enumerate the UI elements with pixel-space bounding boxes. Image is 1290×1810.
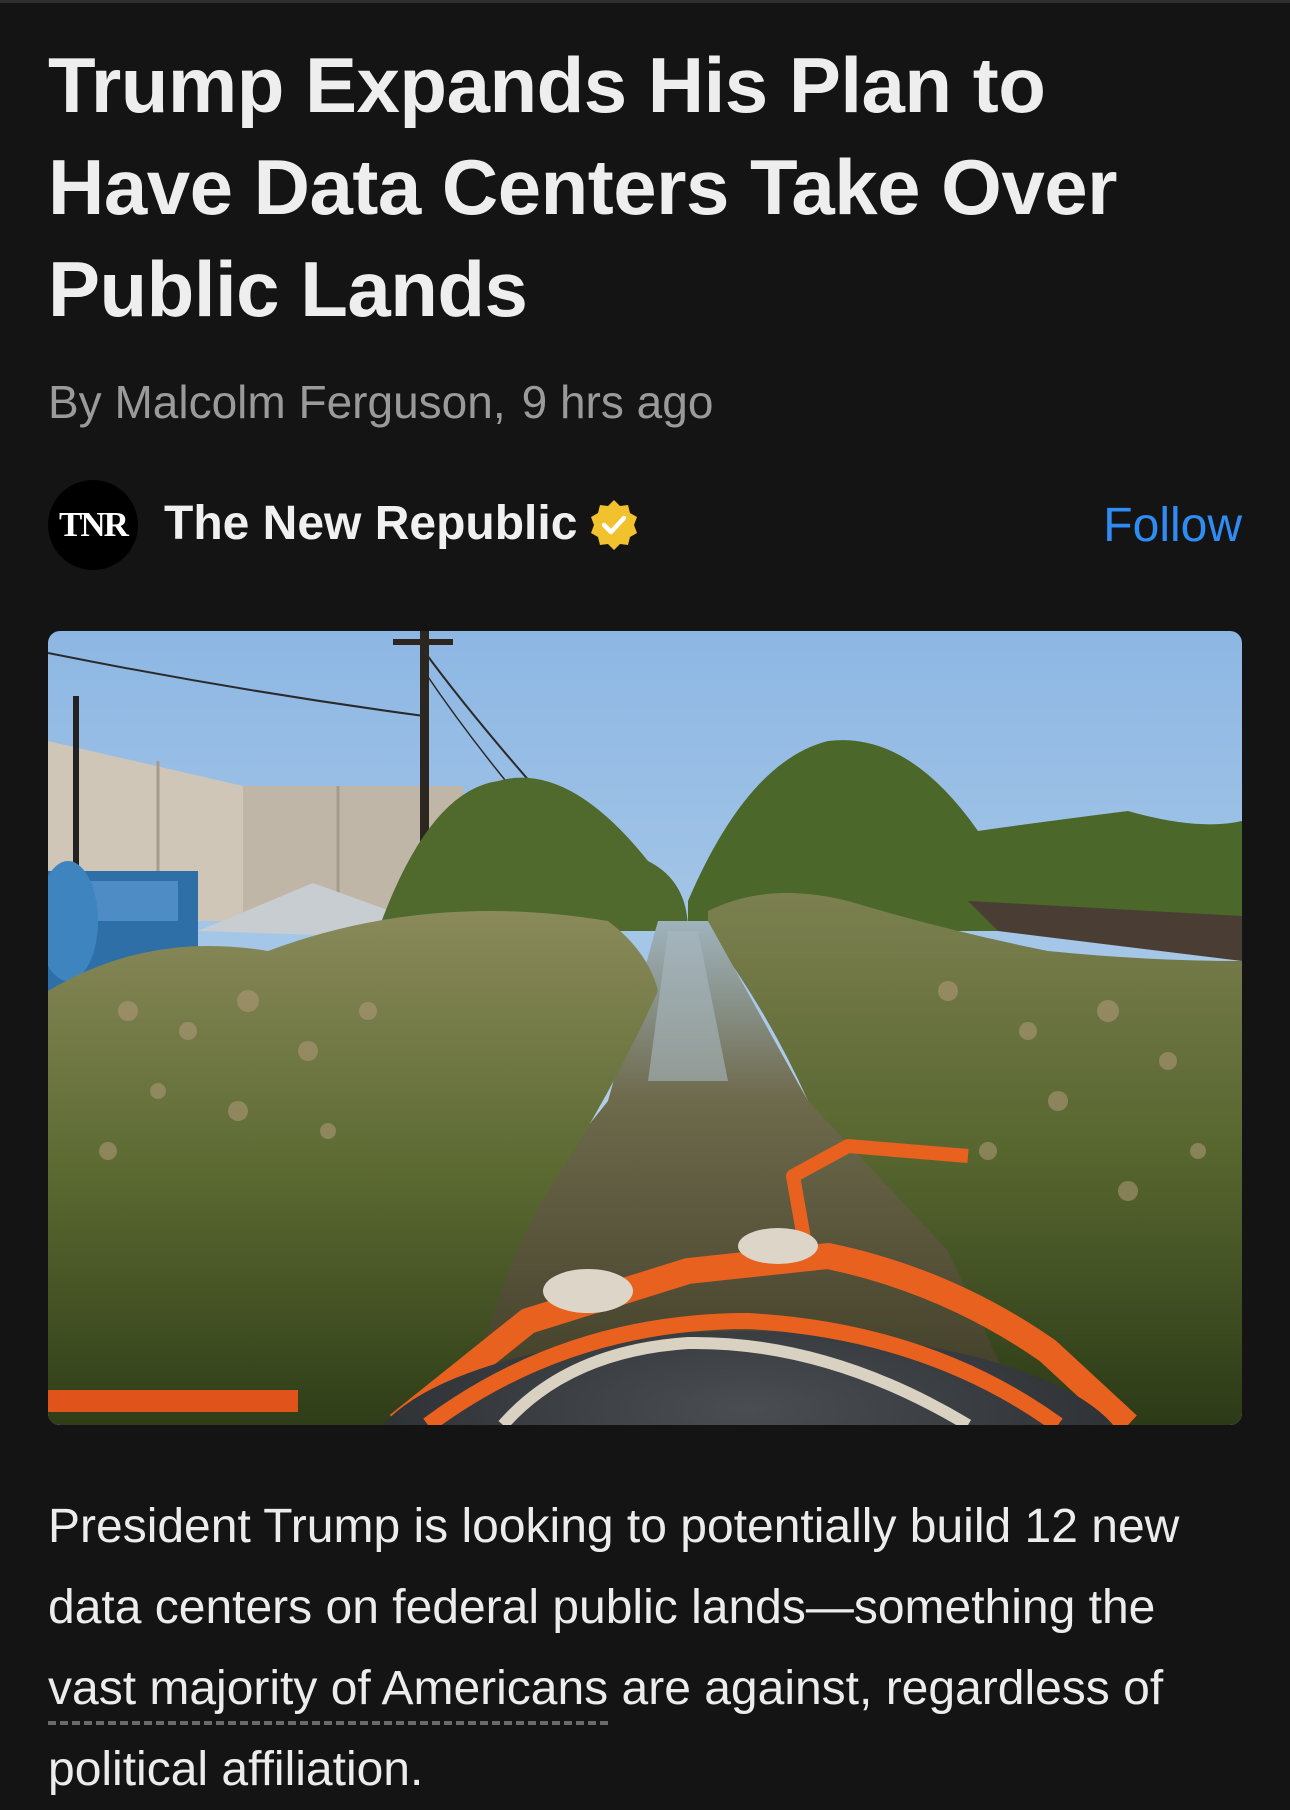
photo-canal-with-oil-boom <box>48 631 1242 1425</box>
follow-button[interactable]: Follow <box>1103 496 1242 556</box>
published-time: 9 hrs ago <box>521 376 714 428</box>
poll-link[interactable]: vast majority of Americans <box>48 1662 609 1725</box>
author-name[interactable]: By Malcolm Ferguson, <box>48 376 506 428</box>
publisher-logo[interactable]: TNR <box>48 480 138 570</box>
top-divider <box>0 0 1290 3</box>
verified-badge-icon <box>591 500 637 550</box>
body-paragraph: President Trump is looking to potentiall… <box>48 1486 1248 1810</box>
article-headline: Trump Expands His Plan to Have Data Cent… <box>48 41 1117 333</box>
publisher-row: TNR The New Republic Follow <box>48 480 1242 570</box>
publisher-name[interactable]: The New Republic <box>164 494 577 554</box>
article-byline: By Malcolm Ferguson, 9 hrs ago <box>48 372 713 432</box>
article-hero-image[interactable] <box>48 631 1242 1425</box>
article-body: President Trump is looking to potentiall… <box>48 1486 1248 1810</box>
body-text-lead: President Trump is looking to potentiall… <box>48 1500 1180 1634</box>
